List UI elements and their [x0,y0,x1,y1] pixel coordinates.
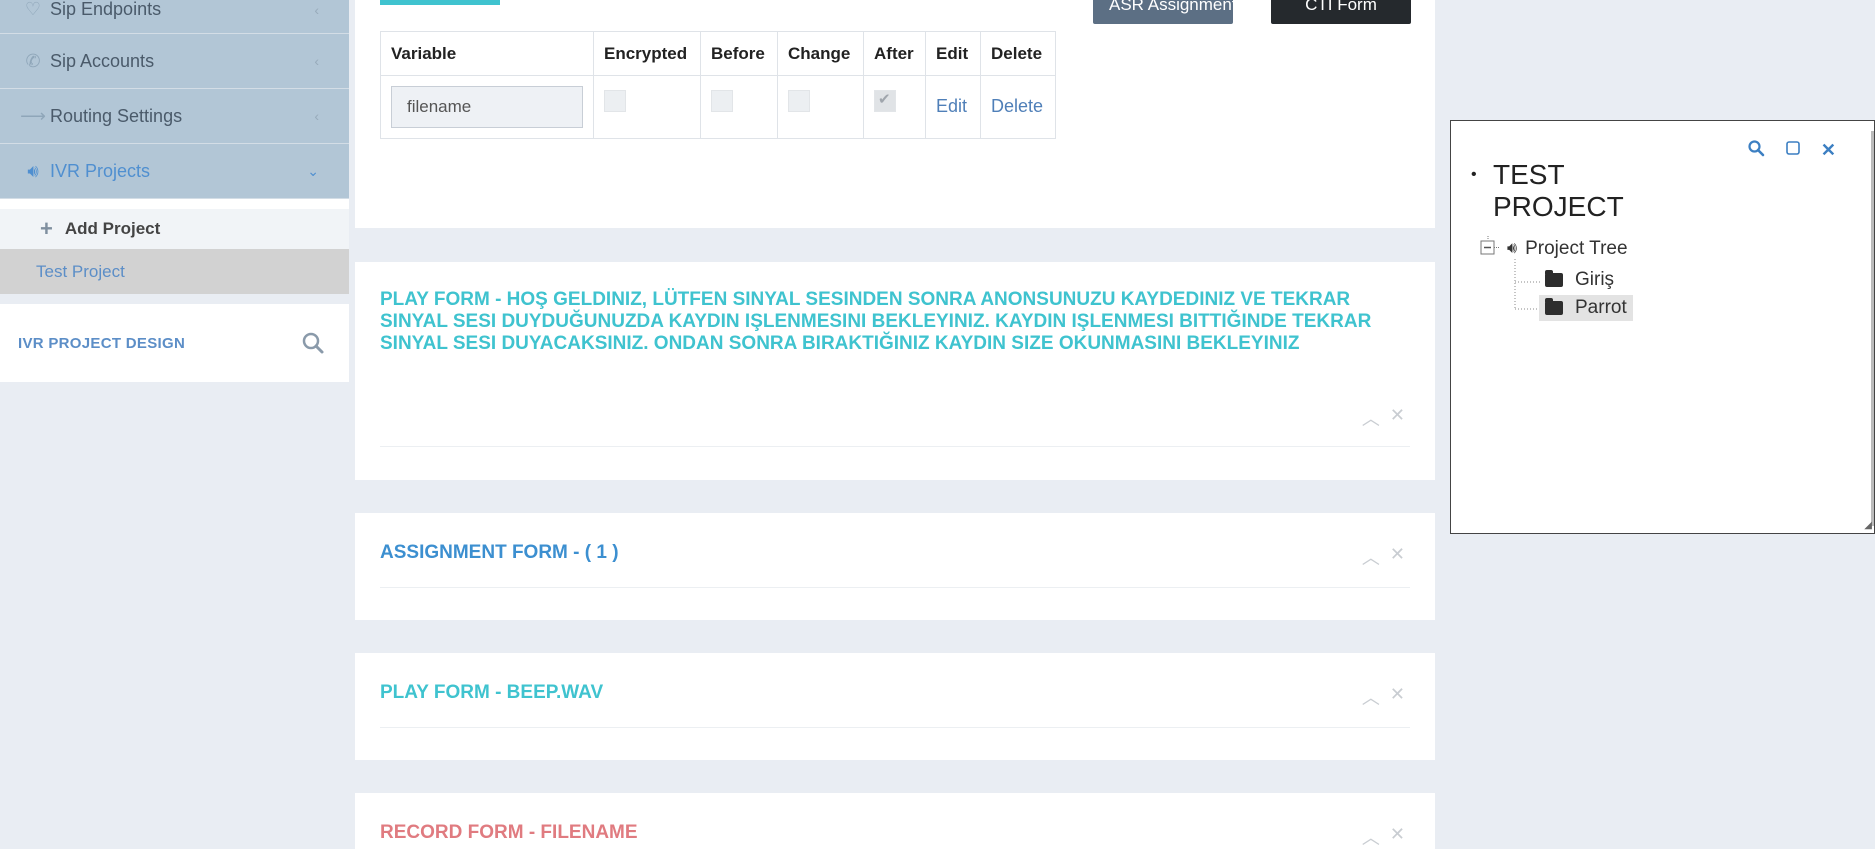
sidebar: ♡ Sip Endpoints ‹ ✆ Sip Accounts ‹ ⟶ Rou… [0,0,349,849]
form-title: ASSIGNMENT FORM - ( 1 ) [380,542,619,563]
sidebar-item-routing-settings[interactable]: ⟶ Routing Settings ‹ [0,89,349,144]
chevron-left-icon: ‹ [314,108,319,124]
project-title: TEST PROJECT [1471,159,1673,223]
table-row: filename Edit Delete [380,75,1056,139]
resize-grip-icon[interactable]: ◢ [1864,520,1872,531]
sub-gap [0,199,349,209]
record-form-panel: RECORD FORM - FILENAME ︿ ✕ [355,793,1435,849]
folder-icon [1545,298,1563,315]
assignment-form-panel: ASSIGNMENT FORM - ( 1 ) ︿ ✕ [355,513,1435,620]
close-icon[interactable]: ✕ [1390,544,1405,570]
search-icon[interactable] [301,331,325,355]
sidebar-item-label: Sip Endpoints [50,0,162,19]
form-title: PLAY FORM - HOŞ GELDINIZ, LÜTFEN SINYAL … [380,289,1372,354]
column-header: Variable [380,31,594,76]
column-header: After [863,31,926,76]
tree-node-parrot[interactable]: Parrot [1539,295,1633,321]
variables-panel: ASR Assignment CTI Form Variable Encrypt… [355,0,1435,228]
sidebar-item-label: Routing Settings [50,105,183,126]
chevron-left-icon: ‹ [314,1,319,18]
after-checkbox[interactable] [874,90,896,112]
tree-root[interactable]: 🔊︎ Project Tree [1479,236,1628,262]
variable-name-field[interactable]: filename [391,86,583,128]
volume-icon: 🔊︎ [1507,240,1518,257]
maximize-icon[interactable] [1785,140,1801,161]
panel-divider [380,727,1410,728]
ivr-project-design-box: IVR PROJECT DESIGN [0,304,349,382]
panel-divider [380,587,1410,588]
folder-icon [1545,270,1563,287]
close-icon[interactable]: ✕ [1821,140,1836,161]
test-project-label: Test Project [36,261,125,281]
sidebar-item-sip-endpoints[interactable]: ♡ Sip Endpoints ‹ [0,0,349,34]
chevron-left-icon: ‹ [314,53,319,69]
before-checkbox[interactable] [711,90,733,112]
sidebar-item-test-project[interactable]: Test Project [0,249,349,294]
phone-icon: ✆ [25,50,41,71]
tree-node-giris[interactable]: Giriş [1539,267,1620,293]
form-title: PLAY FORM - BEEP.WAV [380,682,604,703]
column-header: Edit [925,31,981,76]
table-header-row: Variable Encrypted Before Change After E… [380,31,1056,76]
tree-node-label: Giriş [1575,269,1615,290]
collapse-icon[interactable]: ︿ [1362,405,1380,431]
variables-table: Variable Encrypted Before Change After E… [380,31,1056,139]
column-header: Delete [980,31,1056,76]
add-project-button[interactable]: + Add Project [0,209,349,249]
tree-root-label: Project Tree [1525,238,1628,259]
window-scrollbar[interactable] [1871,131,1874,526]
panel-divider [380,446,1410,447]
plus-icon: + [40,216,53,241]
collapse-box-icon[interactable] [1479,236,1499,262]
design-title: IVR PROJECT DESIGN [18,334,186,352]
add-project-label: Add Project [64,219,161,238]
encrypted-checkbox[interactable] [604,90,626,112]
arrow-right-icon: ⟶ [20,105,46,126]
accent-bar [380,0,500,5]
column-header: Change [777,31,864,76]
collapse-icon[interactable]: ︿ [1362,544,1380,570]
play-form-panel: PLAY FORM - HOŞ GELDINIZ, LÜTFEN SINYAL … [355,262,1435,480]
edit-link[interactable]: Edit [936,96,967,117]
form-title: RECORD FORM - FILENAME [380,822,638,843]
close-icon[interactable]: ✕ [1390,824,1405,849]
close-icon[interactable]: ✕ [1390,405,1405,431]
sidebar-item-sip-accounts[interactable]: ✆ Sip Accounts ‹ [0,34,349,89]
column-header: Encrypted [593,31,701,76]
volume-icon: 🔊︎ [27,160,39,181]
change-checkbox[interactable] [788,90,810,112]
project-tree-window: ✕ TEST PROJECT 🔊︎ Project Tree Giriş Par… [1450,120,1875,534]
collapse-icon[interactable]: ︿ [1362,684,1380,710]
play-form-beep-panel: PLAY FORM - BEEP.WAV ︿ ✕ [355,653,1435,760]
sidebar-item-label: Sip Accounts [50,50,155,71]
sidebar-item-label: IVR Projects [50,160,151,181]
tree-node-label: Parrot [1575,297,1627,318]
sidebar-item-ivr-projects[interactable]: 🔊︎ IVR Projects ⌄ [0,144,349,199]
cti-form-button[interactable]: CTI Form [1271,0,1411,24]
collapse-icon[interactable]: ︿ [1362,824,1380,849]
asr-assignment-button[interactable]: ASR Assignment [1093,0,1233,24]
close-icon[interactable]: ✕ [1390,684,1405,710]
delete-link[interactable]: Delete [991,96,1043,117]
heart-icon: ♡ [24,0,42,19]
chevron-down-icon: ⌄ [307,162,319,179]
column-header: Before [700,31,778,76]
search-icon[interactable] [1747,139,1765,162]
